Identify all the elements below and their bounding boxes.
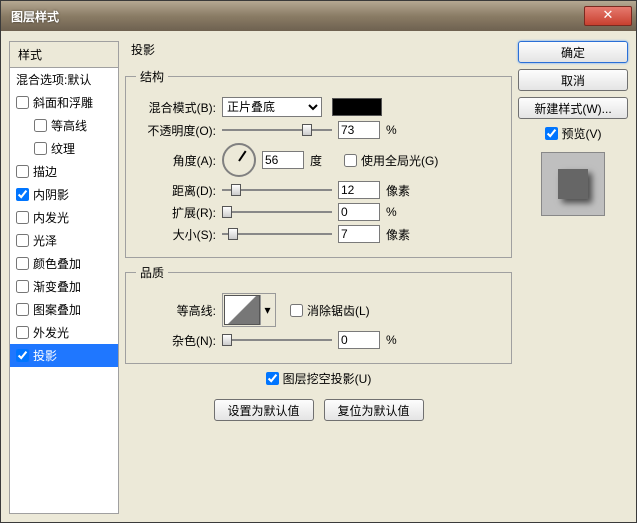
global-light-check[interactable] (344, 154, 357, 167)
window-title: 图层样式 (11, 8, 59, 25)
antialias-label: 消除锯齿(L) (307, 302, 370, 319)
shadow-color-swatch[interactable] (332, 98, 382, 116)
contour-thumb[interactable] (224, 295, 260, 325)
size-slider[interactable] (222, 226, 332, 242)
blend-mode-label: 混合模式(B): (136, 99, 216, 116)
style-check-coloroverlay[interactable] (16, 257, 29, 270)
antialias-check[interactable] (290, 304, 303, 317)
style-check-texture[interactable] (34, 142, 47, 155)
blend-mode-select[interactable]: 正片叠底 (222, 97, 322, 117)
style-item-gradientoverlay[interactable]: 渐变叠加 (10, 275, 118, 298)
ok-button[interactable]: 确定 (518, 41, 628, 63)
knockout-check[interactable] (266, 372, 279, 385)
angle-input[interactable] (262, 151, 304, 169)
structure-legend: 结构 (136, 68, 168, 85)
style-item-bevel[interactable]: 斜面和浮雕 (10, 91, 118, 114)
preview-check[interactable] (545, 127, 558, 140)
style-check-contour[interactable] (34, 119, 47, 132)
preview-thumb (541, 152, 605, 216)
spread-input[interactable] (338, 203, 380, 221)
make-default-button[interactable]: 设置为默认值 (214, 399, 314, 421)
knockout-row: 图层挖空投影(U) (125, 370, 512, 387)
opacity-input[interactable] (338, 121, 380, 139)
style-item-innershadow[interactable]: 内阴影 (10, 183, 118, 206)
distance-input[interactable] (338, 181, 380, 199)
layer-style-dialog: 图层样式 ✕ 样式 混合选项:默认 斜面和浮雕 等高线 纹理 描边 内阴影 内发… (0, 0, 637, 523)
opacity-unit: % (386, 123, 414, 137)
angle-unit: 度 (310, 152, 338, 169)
contour-picker[interactable]: ▾ (222, 293, 276, 327)
style-item-stroke[interactable]: 描边 (10, 160, 118, 183)
style-item-dropshadow[interactable]: 投影 (10, 344, 118, 367)
angle-dial[interactable] (222, 143, 256, 177)
style-check-innerglow[interactable] (16, 211, 29, 224)
style-item-coloroverlay[interactable]: 颜色叠加 (10, 252, 118, 275)
titlebar: 图层样式 ✕ (1, 1, 636, 31)
style-check-stroke[interactable] (16, 165, 29, 178)
cancel-button[interactable]: 取消 (518, 69, 628, 91)
structure-group: 结构 混合模式(B): 正片叠底 不透明度(O): % 角度(A): 度 (125, 68, 512, 258)
style-check-satin[interactable] (16, 234, 29, 247)
spread-unit: % (386, 205, 414, 219)
style-check-dropshadow[interactable] (16, 349, 29, 362)
blending-options-row[interactable]: 混合选项:默认 (10, 68, 118, 91)
angle-label: 角度(A): (136, 152, 216, 169)
size-label: 大小(S): (136, 226, 216, 243)
size-input[interactable] (338, 225, 380, 243)
style-check-innershadow[interactable] (16, 188, 29, 201)
style-item-innerglow[interactable]: 内发光 (10, 206, 118, 229)
spread-label: 扩展(R): (136, 204, 216, 221)
global-light-label: 使用全局光(G) (361, 152, 438, 169)
noise-label: 杂色(N): (136, 332, 216, 349)
style-check-outerglow[interactable] (16, 326, 29, 339)
style-check-bevel[interactable] (16, 96, 29, 109)
knockout-label: 图层挖空投影(U) (283, 370, 372, 387)
style-item-texture[interactable]: 纹理 (10, 137, 118, 160)
panel-title: 投影 (125, 41, 512, 58)
close-button[interactable]: ✕ (584, 6, 632, 26)
preview-label: 预览(V) (562, 125, 602, 142)
quality-legend: 品质 (136, 264, 168, 281)
preview-box (558, 169, 588, 199)
content: 样式 混合选项:默认 斜面和浮雕 等高线 纹理 描边 内阴影 内发光 光泽 颜色… (1, 31, 636, 522)
settings-panel: 投影 结构 混合模式(B): 正片叠底 不透明度(O): % 角度(A): (125, 41, 512, 514)
noise-input[interactable] (338, 331, 380, 349)
noise-unit: % (386, 333, 414, 347)
style-item-patternoverlay[interactable]: 图案叠加 (10, 298, 118, 321)
style-list-header: 样式 (10, 42, 118, 68)
quality-group: 品质 等高线: ▾ 消除锯齿(L) 杂色(N): % (125, 264, 512, 364)
opacity-slider[interactable] (222, 122, 332, 138)
style-check-patternoverlay[interactable] (16, 303, 29, 316)
noise-slider[interactable] (222, 332, 332, 348)
contour-label: 等高线: (136, 302, 216, 319)
size-unit: 像素 (386, 226, 414, 243)
style-list: 样式 混合选项:默认 斜面和浮雕 等高线 纹理 描边 内阴影 内发光 光泽 颜色… (9, 41, 119, 514)
style-item-outerglow[interactable]: 外发光 (10, 321, 118, 344)
style-check-gradientoverlay[interactable] (16, 280, 29, 293)
opacity-label: 不透明度(O): (136, 122, 216, 139)
distance-unit: 像素 (386, 182, 414, 199)
style-item-satin[interactable]: 光泽 (10, 229, 118, 252)
spread-slider[interactable] (222, 204, 332, 220)
distance-slider[interactable] (222, 182, 332, 198)
distance-label: 距离(D): (136, 182, 216, 199)
reset-default-button[interactable]: 复位为默认值 (324, 399, 424, 421)
right-column: 确定 取消 新建样式(W)... 预览(V) (518, 41, 628, 514)
contour-dropdown-icon[interactable]: ▾ (260, 295, 274, 325)
style-item-contour[interactable]: 等高线 (10, 114, 118, 137)
new-style-button[interactable]: 新建样式(W)... (518, 97, 628, 119)
